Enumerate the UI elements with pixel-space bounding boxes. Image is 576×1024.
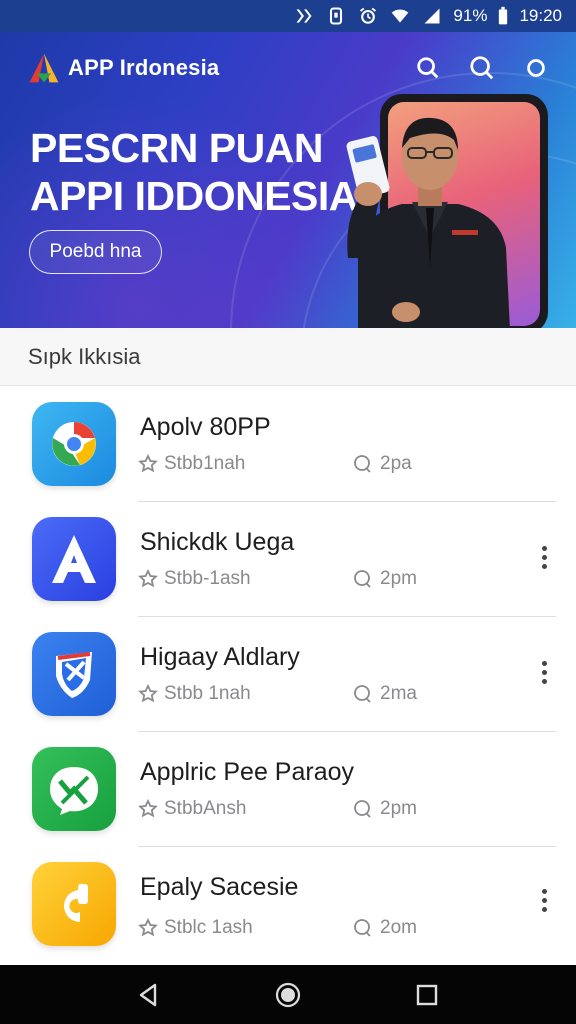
more-options-icon[interactable]: [532, 542, 556, 572]
app-meta-left: Stbb 1nah: [138, 683, 251, 705]
app-name: Epaly Sacesie: [140, 873, 299, 901]
more-options-icon[interactable]: [532, 885, 556, 915]
app-meta-right: 2pa: [352, 453, 412, 475]
person-illustration: [346, 117, 510, 328]
battery-icon: [497, 5, 509, 27]
circle-icon: [527, 59, 545, 77]
star-icon: [138, 684, 158, 703]
hero-title-line-2: APPI IDDONESIA: [30, 173, 358, 219]
app-meta-left-text: Stbb1nah: [164, 453, 246, 474]
search-icon: [470, 56, 494, 80]
list-item[interactable]: Applric Pee Paraoy StbbAnsh 2pm: [0, 732, 576, 847]
app-meta-right: 2pm: [352, 798, 417, 820]
signal-icon: [421, 5, 443, 27]
app-meta-right-text: 2pm: [380, 798, 417, 819]
app-meta-right-text: 2ma: [380, 683, 417, 704]
search-button-secondary[interactable]: [468, 54, 496, 82]
letter-c-icon: [32, 862, 116, 946]
app-logo-icon: [29, 53, 59, 83]
app-meta-left: StbbAnsh: [138, 798, 246, 820]
app-meta-left-text: Stblc 1ash: [164, 917, 253, 938]
list-item[interactable]: Shickdk Uega Stbb-1ash 2pm: [0, 502, 576, 617]
nfc-icon: [293, 5, 315, 27]
more-options-icon[interactable]: [532, 657, 556, 687]
section-header: Sıpk Ikkısia: [0, 328, 576, 386]
app-meta-left-text: Stbb 1nah: [164, 683, 251, 704]
home-icon: [275, 982, 301, 1007]
list-item[interactable]: Apolv 80PP Stbb1nah 2pa: [0, 387, 576, 502]
recents-button[interactable]: [407, 975, 447, 1015]
app-meta-right-text: 2pm: [380, 568, 417, 589]
comment-icon: [354, 455, 371, 473]
home-button[interactable]: [268, 975, 308, 1015]
comment-icon: [354, 570, 371, 588]
letter-a-icon: [32, 517, 116, 601]
clock: 19:20: [519, 6, 562, 25]
back-icon: [140, 983, 157, 1006]
comment-icon: [354, 919, 371, 937]
star-icon: [138, 799, 158, 818]
alarm-icon: [357, 5, 379, 27]
app-name: Shickdk Uega: [140, 528, 295, 556]
shield-icon: [32, 632, 116, 716]
profile-button[interactable]: [522, 54, 550, 82]
list-item[interactable]: Epaly Sacesie Stblc 1ash 2om: [0, 847, 576, 965]
comment-icon: [354, 800, 371, 818]
star-icon: [138, 918, 158, 937]
app-meta-right-text: 2om: [380, 917, 417, 938]
app-name: Apolv 80PP: [140, 413, 271, 441]
list-item[interactable]: Higaay Aldlary Stbb 1nah 2ma: [0, 617, 576, 732]
app-meta-right: 2ma: [352, 683, 417, 705]
app-title: APP Irdonesia: [68, 55, 220, 80]
navigation-bar: [0, 965, 576, 1024]
recents-icon: [416, 984, 437, 1005]
app-meta-left: Stbb-1ash: [138, 568, 251, 590]
hero-title: PESCRN PUAN APPI IDDONESIA: [30, 124, 358, 220]
status-bar: 91% 19:20: [0, 0, 576, 32]
app-meta-right: 2pm: [352, 568, 417, 590]
search-icon: [417, 57, 439, 79]
app-meta-right-text: 2pa: [380, 453, 412, 474]
hero-title-line-1: PESCRN PUAN: [30, 125, 323, 171]
chrome-style-icon: [32, 402, 116, 486]
comment-icon: [354, 685, 371, 703]
star-icon: [138, 569, 158, 588]
app-name: Higaay Aldlary: [140, 643, 300, 671]
app-name: Applric Pee Paraoy: [140, 758, 355, 786]
section-title: Sıpk Ikkısia: [28, 343, 141, 369]
app-meta-left-text: Stbb-1ash: [164, 568, 251, 589]
header-actions: [414, 54, 550, 82]
search-button[interactable]: [414, 54, 442, 82]
chat-bubble-icon: [32, 747, 116, 831]
hero-banner: APP Irdonesia PESCRN PUAN APPI IDDONESIA…: [0, 32, 576, 328]
app-meta-left: Stblc 1ash: [138, 917, 253, 939]
app-meta-right: 2om: [352, 917, 417, 939]
app-meta-left-text: StbbAnsh: [164, 798, 247, 819]
battery-percent: 91%: [453, 6, 488, 25]
star-icon: [138, 454, 158, 473]
app-meta-left: Stbb1nah: [138, 453, 245, 475]
vibrate-icon: [325, 5, 347, 27]
hero-cta-button[interactable]: Poebd hna: [29, 230, 162, 274]
back-button[interactable]: [129, 975, 169, 1015]
wifi-icon: [389, 5, 411, 27]
